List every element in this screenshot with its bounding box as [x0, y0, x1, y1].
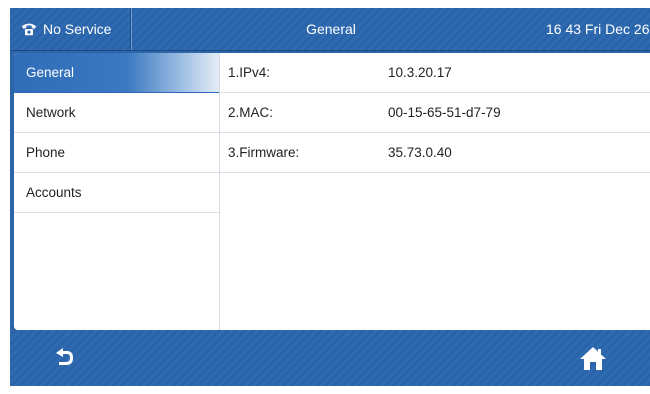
page-title: General [306, 21, 356, 37]
service-label: No Service [43, 21, 112, 37]
service-status[interactable]: No Service [10, 8, 132, 50]
info-row-firmware: 3.Firmware: 35.73.0.40 [220, 133, 650, 173]
sidebar-item-accounts[interactable]: Accounts [14, 173, 219, 213]
home-icon[interactable] [578, 344, 608, 372]
sidebar: General Network Phone Accounts [14, 53, 220, 330]
clock: 16 43 Fri Dec 26 [546, 21, 650, 37]
info-row-ipv4: 1.IPv4: 10.3.20.17 [220, 53, 650, 93]
info-label: 3.Firmware: [228, 145, 300, 160]
info-value: 35.73.0.40 [388, 145, 452, 160]
sidebar-item-network[interactable]: Network [14, 93, 219, 133]
info-value: 00-15-65-51-d7-79 [388, 105, 501, 120]
phone-screen: No Service General 16 43 Fri Dec 26 Gene… [10, 8, 650, 386]
sidebar-item-general[interactable]: General [14, 53, 219, 93]
softkey-bar [10, 330, 650, 386]
status-bar: No Service General 16 43 Fri Dec 26 [10, 8, 650, 51]
back-arrow-icon[interactable] [50, 344, 78, 372]
content-area: General Network Phone Accounts 1.IPv4: 1… [14, 53, 650, 330]
info-label: 1.IPv4: [228, 65, 271, 80]
info-label: 2.MAC: [228, 105, 274, 120]
info-list: 1.IPv4: 10.3.20.17 2.MAC: 00-15-65-51-d7… [220, 53, 650, 330]
phone-icon [21, 23, 37, 36]
sidebar-item-phone[interactable]: Phone [14, 133, 219, 173]
info-value: 10.3.20.17 [388, 65, 452, 80]
info-row-mac: 2.MAC: 00-15-65-51-d7-79 [220, 93, 650, 133]
